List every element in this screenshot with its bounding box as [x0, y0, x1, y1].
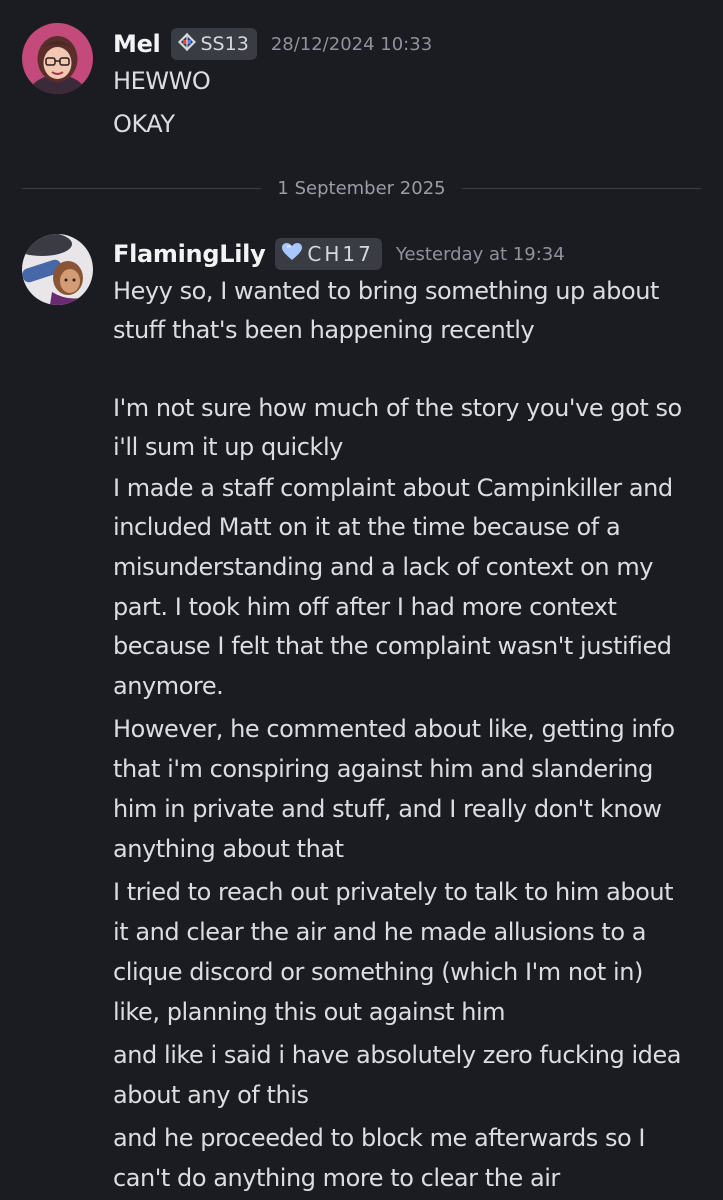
timestamp[interactable]: Yesterday at 19:34	[396, 244, 565, 265]
server-tag-label: SS13	[200, 33, 249, 55]
message-line: stuff that's been happening recently	[113, 316, 535, 344]
message-line: Heyy so, I wanted to bring something up …	[113, 277, 659, 305]
message-line: and he proceeded to block me afterwards …	[113, 1124, 646, 1152]
message-line: and like i said i have absolutely zero f…	[113, 1041, 682, 1069]
message-line: anymore.	[113, 672, 224, 700]
message-line: I'm not sure how much of the story you'v…	[113, 394, 682, 422]
divider-rule	[22, 187, 262, 189]
username[interactable]: FlamingLily	[113, 240, 266, 268]
date-divider: 1 September 2025	[22, 176, 702, 200]
message-header: FlamingLily CH17 Yesterday at 19:34	[113, 236, 565, 272]
divider-rule	[461, 187, 702, 189]
message-line: However, he commented about like, gettin…	[113, 715, 675, 743]
message-line: I tried to reach out privately to talk t…	[113, 878, 674, 906]
message-line: that i'm conspiring against him and slan…	[113, 755, 653, 783]
message-line: anything about that	[113, 835, 344, 863]
server-tag-label: CH17	[307, 242, 374, 266]
avatar[interactable]	[22, 234, 93, 305]
message-line: him in private and stuff, and I really d…	[113, 795, 662, 823]
message-line: because I felt that the complaint wasn't…	[113, 632, 672, 660]
message-line: included Matt on it at the time because …	[113, 513, 621, 541]
timestamp[interactable]: 28/12/2024 10:33	[271, 34, 432, 55]
heart-icon	[281, 242, 303, 267]
message-header: Mel SS13 28/12/2024 10:33	[113, 26, 432, 62]
message-line: HEWWO	[113, 67, 211, 95]
message-line: about any of this	[113, 1081, 309, 1109]
message-line: I made a staff complaint about Campinkil…	[113, 474, 673, 502]
message-line: i'll sum it up quickly	[113, 433, 343, 461]
server-tag[interactable]: SS13	[170, 28, 257, 60]
diamond-compass-icon	[177, 32, 197, 57]
divider-date: 1 September 2025	[277, 177, 446, 199]
avatar[interactable]	[22, 23, 93, 94]
server-tag[interactable]: CH17	[275, 238, 382, 270]
message-line: it and clear the air and he made allusio…	[113, 918, 647, 946]
message-line: OKAY	[113, 110, 175, 138]
username[interactable]: Mel	[113, 30, 161, 58]
message-line: like, planning this out against him	[113, 998, 506, 1026]
message-line: misunderstanding and a lack of context o…	[113, 553, 654, 581]
message-line: part. I took him off after I had more co…	[113, 593, 617, 621]
message-line: clique discord or something (which I'm n…	[113, 958, 643, 986]
message-line: can't do anything more to clear the air	[113, 1164, 560, 1192]
